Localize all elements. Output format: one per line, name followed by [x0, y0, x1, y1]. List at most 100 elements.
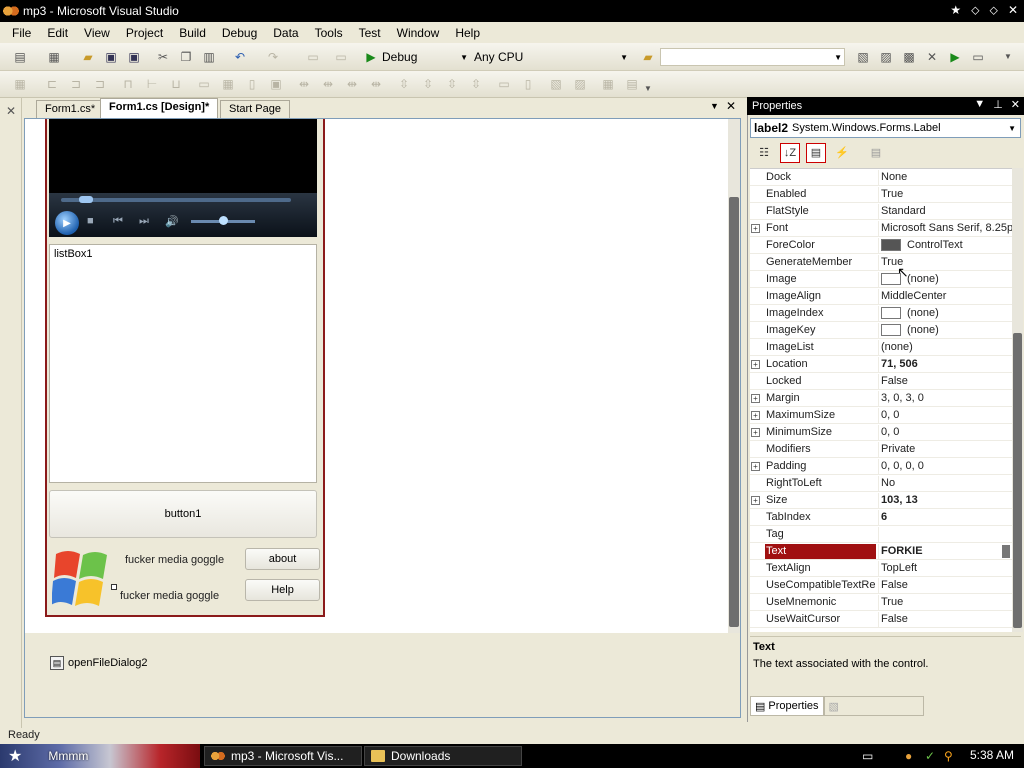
- solution-platform-combo[interactable]: Any CPU ▼: [474, 48, 630, 66]
- property-row[interactable]: ImageKey (none): [750, 322, 1012, 339]
- navigate-forward-icon[interactable]: ▭: [333, 49, 349, 65]
- property-value[interactable]: True: [878, 187, 1012, 202]
- property-row[interactable]: RightToLeft No: [750, 475, 1012, 492]
- property-row[interactable]: ImageList (none): [750, 339, 1012, 356]
- tray-app-icon[interactable]: ●: [905, 749, 912, 763]
- property-row[interactable]: + MinimumSize 0, 0: [750, 424, 1012, 441]
- property-row[interactable]: ForeColor ControlText: [750, 237, 1012, 254]
- property-value[interactable]: (none): [878, 306, 1012, 321]
- property-value[interactable]: False: [878, 612, 1012, 627]
- designer-vertical-scrollbar[interactable]: [728, 119, 740, 633]
- close-tab-icon[interactable]: ✕: [726, 99, 736, 113]
- undo-icon[interactable]: ↶: [232, 49, 248, 65]
- button1[interactable]: button1: [49, 490, 317, 538]
- remove-horizontal-spacing-icon[interactable]: ⇹: [368, 76, 384, 92]
- vertical-spacing-icon[interactable]: ⇳: [396, 76, 412, 92]
- start-page-icon[interactable]: ▶: [947, 49, 963, 65]
- property-row[interactable]: Locked False: [750, 373, 1012, 390]
- label1[interactable]: fucker media goggle: [125, 554, 224, 566]
- property-row[interactable]: + Location 71, 506: [750, 356, 1012, 373]
- categorized-icon[interactable]: ☷: [754, 143, 774, 163]
- property-row[interactable]: UseCompatibleTextRer False: [750, 577, 1012, 594]
- menu-edit[interactable]: Edit: [39, 24, 76, 42]
- selection-grip[interactable]: [111, 584, 117, 590]
- align-tops-icon[interactable]: ⊓: [120, 76, 136, 92]
- property-value[interactable]: Private: [878, 442, 1012, 457]
- solution-configuration-combo[interactable]: Debug ▼: [382, 48, 470, 66]
- alphabetical-icon[interactable]: ↓Z: [780, 143, 800, 163]
- save-all-icon[interactable]: ▣: [126, 49, 142, 65]
- menu-help[interactable]: Help: [447, 24, 488, 42]
- property-row[interactable]: TabIndex 6: [750, 509, 1012, 526]
- make-same-size-icon[interactable]: ▣: [268, 76, 284, 92]
- expand-icon[interactable]: +: [751, 411, 760, 420]
- property-row[interactable]: ImageAlign MiddleCenter: [750, 288, 1012, 305]
- toolbox-icon[interactable]: ✕: [924, 49, 940, 65]
- property-value[interactable]: MiddleCenter: [878, 289, 1012, 304]
- property-row[interactable]: TextAlign TopLeft: [750, 560, 1012, 577]
- property-row[interactable]: + MaximumSize 0, 0: [750, 407, 1012, 424]
- tab-form1-design[interactable]: Form1.cs [Design]*: [100, 98, 219, 118]
- events-icon[interactable]: ⚡: [832, 143, 852, 163]
- property-value[interactable]: (none): [878, 323, 1012, 338]
- open-folder-icon[interactable]: ▰: [80, 49, 96, 65]
- property-value[interactable]: 103, 13: [878, 493, 1012, 508]
- save-icon[interactable]: ▣: [103, 49, 119, 65]
- size-to-grid-icon[interactable]: ▦: [220, 76, 236, 92]
- scrollbar-thumb[interactable]: [1013, 333, 1022, 628]
- tab-properties[interactable]: ▤ Properties: [750, 696, 824, 716]
- property-row[interactable]: + Padding 0, 0, 0, 0: [750, 458, 1012, 475]
- close-icon[interactable]: ✕: [1011, 98, 1020, 111]
- menu-file[interactable]: File: [4, 24, 39, 42]
- toolbar-options-icon[interactable]: ▼: [640, 81, 656, 97]
- property-row-selected[interactable]: Text FORKIE: [750, 543, 1012, 560]
- property-value[interactable]: 0, 0: [878, 408, 1012, 423]
- next-icon[interactable]: ⏭: [139, 215, 149, 228]
- property-row[interactable]: + Margin 3, 0, 3, 0: [750, 390, 1012, 407]
- media-player-control[interactable]: ▶ ■ ⏮ ⏭ 🔊: [49, 119, 317, 237]
- cut-icon[interactable]: ✂: [155, 49, 171, 65]
- chevron-down-icon[interactable]: ▼: [974, 98, 985, 111]
- property-value[interactable]: None: [878, 170, 1012, 185]
- properties-window-icon[interactable]: ▨: [878, 49, 894, 65]
- menu-test[interactable]: Test: [351, 24, 389, 42]
- network-icon[interactable]: ✓: [925, 749, 935, 763]
- property-row[interactable]: Enabled True: [750, 186, 1012, 203]
- copy-icon[interactable]: ❐: [178, 49, 194, 65]
- property-value[interactable]: False: [878, 578, 1012, 593]
- remove-vertical-spacing-icon[interactable]: ⇳: [468, 76, 484, 92]
- taskbar-item-visual-studio[interactable]: mp3 - Microsoft Vis...: [204, 746, 362, 766]
- menu-data[interactable]: Data: [265, 24, 306, 42]
- horizontal-spacing-icon[interactable]: ⇹: [296, 76, 312, 92]
- stop-icon[interactable]: ■: [87, 215, 94, 227]
- expand-icon[interactable]: +: [751, 394, 760, 403]
- align-bottoms-icon[interactable]: ⊔: [168, 76, 184, 92]
- align-to-grid-icon[interactable]: ▦: [12, 76, 28, 92]
- decrease-vertical-spacing-icon[interactable]: ⇳: [444, 76, 460, 92]
- property-value[interactable]: 3, 0, 3, 0: [878, 391, 1012, 406]
- menu-tools[interactable]: Tools: [307, 24, 351, 42]
- property-value[interactable]: 0, 0: [878, 425, 1012, 440]
- find-in-files-icon[interactable]: ▰: [640, 49, 656, 65]
- maximize-button[interactable]: ⬦: [990, 3, 998, 18]
- paste-icon[interactable]: ▥: [201, 49, 217, 65]
- property-value[interactable]: 71, 506: [878, 357, 1012, 372]
- scrollbar-thumb[interactable]: [729, 197, 739, 627]
- align-centers-icon[interactable]: ⊐: [68, 76, 84, 92]
- close-button[interactable]: ✕: [1008, 3, 1018, 18]
- property-value[interactable]: 6: [878, 510, 1012, 525]
- start-button[interactable]: ★ Mmmm: [0, 744, 200, 768]
- lock-controls-icon[interactable]: ▦: [600, 76, 616, 92]
- other-windows-icon[interactable]: ▭: [970, 49, 986, 65]
- property-value[interactable]: False: [878, 374, 1012, 389]
- taskbar-item-downloads[interactable]: Downloads: [364, 746, 522, 766]
- toolbox-icon[interactable]: ✕: [3, 103, 19, 119]
- make-same-height-icon[interactable]: ▯: [244, 76, 260, 92]
- property-row[interactable]: FlatStyle Standard: [750, 203, 1012, 220]
- increase-vertical-spacing-icon[interactable]: ⇳: [420, 76, 436, 92]
- property-value[interactable]: (none): [878, 340, 1012, 355]
- previous-icon[interactable]: ⏮: [113, 215, 123, 228]
- property-value[interactable]: 0, 0, 0, 0: [878, 459, 1012, 474]
- menu-view[interactable]: View: [76, 24, 118, 42]
- align-middles-icon[interactable]: ⊢: [144, 76, 160, 92]
